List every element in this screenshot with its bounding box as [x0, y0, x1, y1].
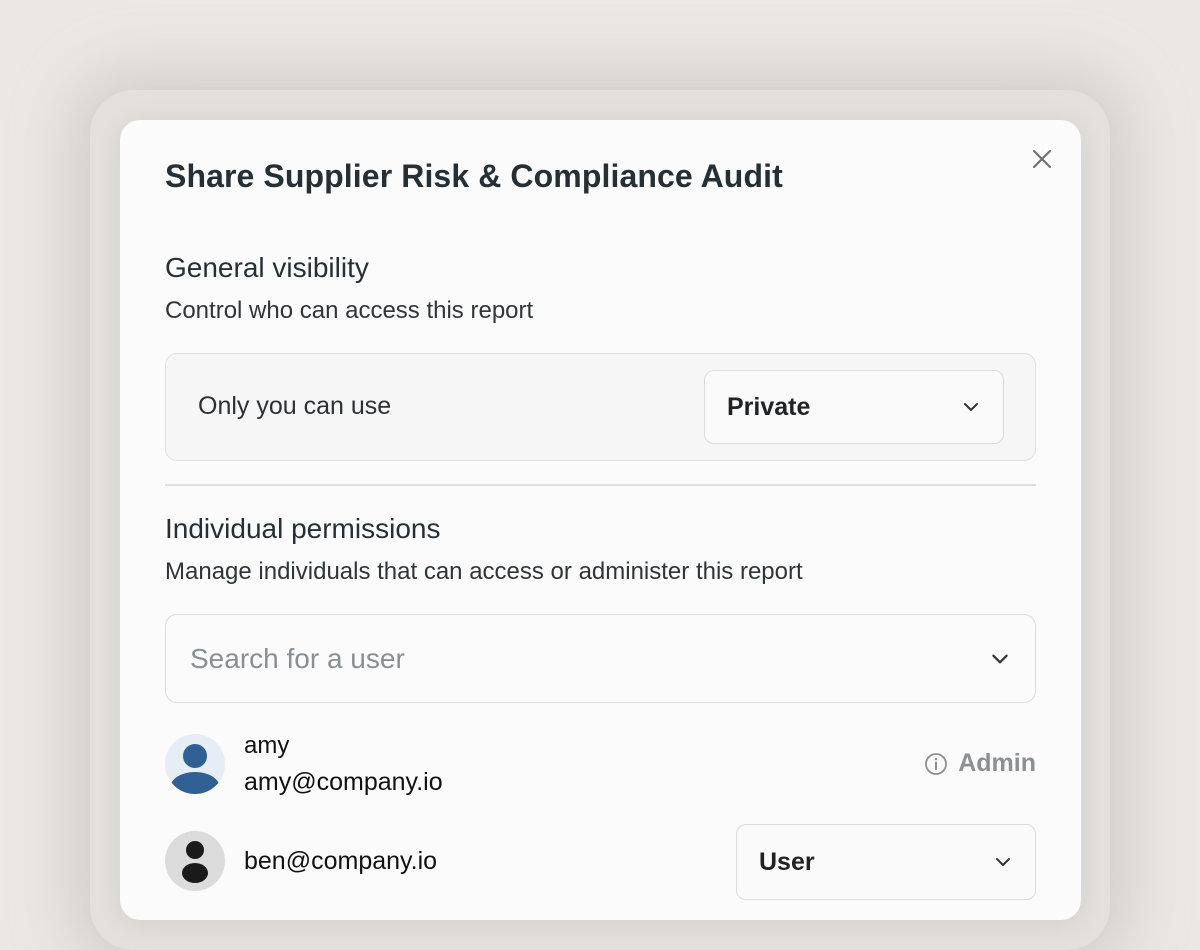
role-badge-admin: Admin: [924, 749, 1036, 778]
individual-permissions-heading: Individual permissions: [165, 513, 441, 544]
close-icon: [1032, 149, 1052, 169]
visibility-panel: Only you can use Private: [165, 353, 1036, 461]
user-role-select-value: User: [759, 847, 815, 876]
section-divider: [165, 484, 1036, 486]
close-button[interactable]: [1027, 144, 1057, 174]
user-search-box[interactable]: [165, 614, 1036, 703]
avatar: [165, 831, 225, 891]
user-role-select[interactable]: User: [736, 824, 1036, 900]
role-label: Admin: [958, 749, 1036, 777]
visibility-select-value: Private: [727, 392, 811, 421]
visibility-select[interactable]: Private: [704, 370, 1004, 444]
user-name: amy: [244, 732, 290, 759]
share-dialog: Share Supplier Risk & Compliance Audit G…: [120, 120, 1081, 920]
info-icon: [925, 752, 948, 775]
dialog-title: Share Supplier Risk & Compliance Audit: [165, 158, 783, 194]
user-search-input[interactable]: [190, 642, 950, 675]
visibility-current-label: Only you can use: [198, 392, 392, 420]
general-visibility-description: Control who can access this report: [165, 297, 534, 324]
user-email: amy@company.io: [244, 768, 443, 796]
user-avatar-icon: [171, 744, 219, 794]
user-email: ben@company.io: [244, 847, 438, 875]
chevron-down-icon: [996, 858, 1010, 866]
avatar: [165, 734, 225, 794]
chevron-down-icon[interactable]: [989, 648, 1011, 670]
user-avatar-icon: [182, 841, 208, 883]
general-visibility-heading: General visibility: [165, 252, 369, 283]
individual-permissions-description: Manage individuals that can access or ad…: [165, 558, 803, 585]
chevron-down-icon: [964, 403, 978, 411]
